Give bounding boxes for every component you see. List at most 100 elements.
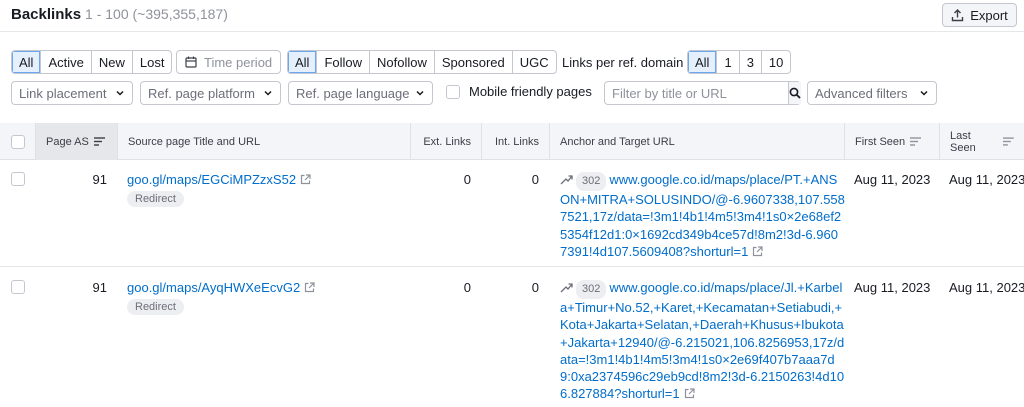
status-active[interactable]: Active (40, 51, 90, 73)
lpd-10[interactable]: 10 (760, 51, 790, 73)
select-all-checkbox[interactable] (10, 134, 25, 149)
column-source: Source page Title and URL (117, 123, 410, 160)
follow-nofollow[interactable]: Nofollow (369, 51, 434, 73)
ref-page-language-dropdown[interactable]: Ref. page language (288, 81, 433, 105)
redirect-code-badge: 302 (576, 172, 607, 192)
column-first-seen-label: First Seen (855, 135, 906, 148)
ref-page-platform-dropdown[interactable]: Ref. page platform (140, 81, 281, 105)
export-icon (952, 8, 964, 21)
ext-links-value: 0 (463, 172, 471, 187)
export-button[interactable]: Export (942, 3, 1017, 27)
title-text: Backlinks (11, 6, 82, 23)
source-url-text: goo.gl/maps/EGCiMPZzxS52 (127, 172, 297, 187)
status-all[interactable]: All (12, 51, 41, 73)
mobile-friendly-label: Mobile friendly pages (469, 84, 592, 99)
column-anchor: Anchor and Target URL (549, 123, 844, 160)
status-filter: All Active New Lost (11, 50, 173, 74)
external-link-icon[interactable] (300, 174, 311, 185)
anchor-cell: 302 www.google.co.id/maps/place/Jl.+Karbe… (560, 279, 845, 402)
result-count: 1 - 100 (~395,355,187) (85, 6, 228, 22)
page-title: Backlinks 1 - 100 (~395,355,187) (11, 6, 228, 23)
row-checkbox[interactable] (11, 280, 25, 294)
follow-all[interactable]: All (288, 51, 317, 73)
row-checkbox[interactable] (11, 172, 25, 186)
column-page-as-label: Page AS (46, 135, 89, 148)
time-period-button[interactable]: Time period (176, 50, 281, 74)
external-link-icon[interactable] (684, 388, 695, 399)
source-cell: goo.gl/maps/EGCiMPZzxS52 Redirect (127, 172, 311, 207)
status-new[interactable]: New (90, 51, 132, 73)
ref-page-platform-label: Ref. page platform (148, 85, 255, 101)
first-seen-value: Aug 11, 2023 (854, 172, 931, 187)
chevron-down-icon (116, 90, 124, 96)
advanced-filters-label: Advanced filters (815, 85, 908, 101)
status-lost[interactable]: Lost (131, 51, 172, 73)
last-seen-value: Aug 11, 2023 (949, 280, 1024, 295)
lpd-all[interactable]: All (688, 51, 717, 73)
page-as-value: 91 (92, 172, 107, 187)
sort-icon (1003, 137, 1014, 146)
source-url-link[interactable]: goo.gl/maps/AyqHWXeEcvG2 (127, 280, 300, 295)
source-url-link[interactable]: goo.gl/maps/EGCiMPZzxS52 (127, 172, 296, 187)
link-placement-label: Link placement (19, 85, 107, 101)
ext-links-value: 0 (463, 280, 471, 295)
export-label: Export (970, 7, 1008, 23)
redirect-arrow-icon (560, 283, 573, 293)
search-icon (789, 87, 801, 99)
links-per-domain-label: Links per ref. domain (562, 55, 684, 70)
target-url-text: www.google.co.id/maps/place/Jl.+Karbela+… (560, 280, 845, 402)
redirect-code-badge: 302 (576, 280, 607, 300)
redirect-badge: Redirect (127, 299, 184, 315)
external-link-icon[interactable] (752, 246, 763, 257)
follow-sponsored[interactable]: Sponsored (433, 51, 512, 73)
source-cell: goo.gl/maps/AyqHWXeEcvG2 Redirect (127, 280, 315, 315)
table-header: Page AS Source page Title and URL Ext. L… (0, 123, 1024, 160)
column-int-links-label: Int. Links (494, 135, 539, 148)
int-links-value: 0 (531, 280, 539, 295)
search-input[interactable] (605, 82, 788, 104)
links-per-domain-filter: All 1 3 10 (687, 50, 792, 74)
search-box (604, 81, 801, 105)
page-header: Backlinks 1 - 100 (~395,355,187) Export (0, 0, 1024, 32)
lpd-3[interactable]: 3 (738, 51, 761, 73)
search-button[interactable] (788, 82, 801, 104)
page-as-value: 91 (92, 280, 107, 295)
column-last-seen[interactable]: Last Seen (939, 123, 1024, 160)
follow-filter: All Follow Nofollow Sponsored UGC (287, 50, 557, 74)
column-page-as[interactable]: Page AS (35, 123, 117, 160)
select-all-cell (0, 123, 35, 160)
table-row: 91 goo.gl/maps/EGCiMPZzxS52 Redirect 0 0… (0, 160, 1024, 267)
lpd-1[interactable]: 1 (716, 51, 738, 73)
chevron-down-icon (920, 90, 928, 96)
column-ext-links[interactable]: Ext. Links (410, 123, 481, 160)
column-anchor-label: Anchor and Target URL (560, 135, 675, 148)
column-first-seen[interactable]: First Seen (844, 123, 939, 160)
chevron-down-icon (264, 90, 272, 96)
ref-page-language-label: Ref. page language (296, 85, 410, 101)
sort-desc-icon (93, 137, 105, 146)
advanced-filters-dropdown[interactable]: Advanced filters (807, 81, 937, 105)
sort-icon (910, 137, 922, 146)
time-period-label: Time period (204, 54, 273, 70)
link-placement-dropdown[interactable]: Link placement (11, 81, 133, 105)
follow-ugc[interactable]: UGC (511, 51, 556, 73)
column-last-seen-label: Last Seen (950, 129, 976, 154)
first-seen-value: Aug 11, 2023 (854, 280, 931, 295)
target-url-link[interactable]: www.google.co.id/maps/place/Jl.+Karbela+… (560, 280, 844, 401)
mobile-friendly-checkbox[interactable] (446, 84, 460, 99)
calendar-icon (185, 56, 197, 68)
last-seen-value: Aug 11, 2023 (949, 172, 1024, 187)
chevron-down-icon (416, 90, 424, 96)
column-source-label: Source page Title and URL (128, 135, 261, 148)
column-int-links[interactable]: Int. Links (481, 123, 549, 160)
int-links-value: 0 (531, 172, 539, 187)
redirect-badge: Redirect (127, 191, 184, 207)
anchor-cell: 302 www.google.co.id/maps/place/PT.+ANSON… (560, 171, 845, 260)
mobile-friendly-toggle[interactable]: Mobile friendly pages (446, 84, 592, 99)
source-url-text: goo.gl/maps/AyqHWXeEcvG2 (127, 280, 301, 295)
column-ext-links-label: Ext. Links (423, 135, 471, 148)
table-row: 91 goo.gl/maps/AyqHWXeEcvG2 Redirect 0 0… (0, 267, 1024, 407)
redirect-arrow-icon (560, 175, 573, 185)
external-link-icon[interactable] (304, 282, 315, 293)
follow-follow[interactable]: Follow (316, 51, 369, 73)
